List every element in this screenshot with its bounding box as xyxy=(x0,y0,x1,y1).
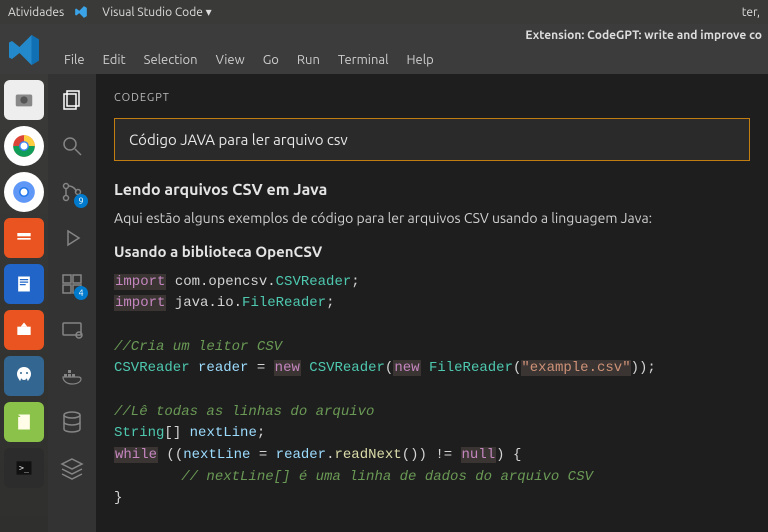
extensions-badge: 4 xyxy=(74,286,88,300)
vscode-app-icon xyxy=(4,30,44,70)
menu-run[interactable]: Run xyxy=(289,51,328,69)
dock-app-postgres[interactable] xyxy=(4,356,44,396)
dock-app-notepad[interactable] xyxy=(4,402,44,442)
dock-app-camera[interactable] xyxy=(4,80,44,120)
dock-app-files[interactable] xyxy=(4,218,44,258)
response-paragraph: Aqui estão alguns exemplos de código par… xyxy=(114,209,750,229)
extension-panel: CODEGPT Código JAVA para ler arquivo csv… xyxy=(96,74,768,532)
app-menu[interactable]: Visual Studio Code ▾ xyxy=(102,5,211,19)
window-titlebar: Extension: CodeGPT: write and improve co xyxy=(0,24,768,46)
menu-file[interactable]: File xyxy=(56,51,93,69)
activity-database[interactable] xyxy=(58,408,86,436)
activity-debug[interactable] xyxy=(58,224,86,252)
prompt-input[interactable]: Código JAVA para ler arquivo csv xyxy=(114,118,750,161)
menubar: File Edit Selection View Go Run Terminal… xyxy=(0,46,768,74)
response-subheading: Usando a biblioteca OpenCSV xyxy=(114,243,750,260)
menu-terminal[interactable]: Terminal xyxy=(330,51,397,69)
dock-app-writer[interactable] xyxy=(4,264,44,304)
svg-text:>_: >_ xyxy=(19,463,30,473)
response-heading: Lendo arquivos CSV em Java xyxy=(114,181,750,199)
dock-app-chromium[interactable] xyxy=(4,172,44,212)
activity-stack[interactable] xyxy=(58,454,86,482)
menu-go[interactable]: Go xyxy=(255,51,287,69)
activities-button[interactable]: Atividades xyxy=(8,6,64,19)
dock-app-chrome[interactable] xyxy=(4,126,44,166)
activity-remote[interactable] xyxy=(58,316,86,344)
activity-search[interactable] xyxy=(58,132,86,160)
menu-selection[interactable]: Selection xyxy=(136,51,206,69)
activity-extensions[interactable]: 4 xyxy=(58,270,86,298)
code-block: import com.opencsv.CSVReader; import jav… xyxy=(114,272,750,511)
activity-scm[interactable]: 9 xyxy=(58,178,86,206)
activity-bar: 9 4 xyxy=(48,74,96,532)
gnome-topbar: Atividades Visual Studio Code ▾ ter, xyxy=(0,0,768,24)
dock-app-terminal[interactable]: >_ xyxy=(4,448,44,488)
scm-badge: 9 xyxy=(74,194,88,208)
ubuntu-dock: >_ xyxy=(0,74,48,532)
clock[interactable]: ter, xyxy=(742,6,760,19)
menu-edit[interactable]: Edit xyxy=(95,51,134,69)
activity-explorer[interactable] xyxy=(58,86,86,114)
menu-help[interactable]: Help xyxy=(398,51,441,69)
menu-view[interactable]: View xyxy=(208,51,253,69)
activity-docker[interactable] xyxy=(58,362,86,390)
window-title: Extension: CodeGPT: write and improve co xyxy=(525,29,762,42)
panel-header: CODEGPT xyxy=(114,92,750,104)
vscode-topbar-icon xyxy=(74,5,88,19)
dock-app-software[interactable] xyxy=(4,310,44,350)
